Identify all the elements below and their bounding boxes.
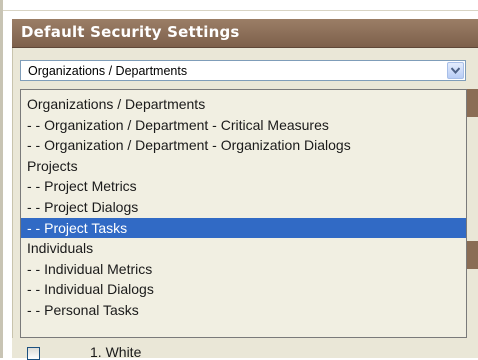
chevron-down-icon [451,67,460,74]
option-project-metrics[interactable]: - - Project Metrics [21,176,466,197]
hidden-list-row [12,338,478,358]
list-item-checkbox[interactable] [27,347,40,360]
hidden-section-header [467,89,478,117]
option-organizations-departments[interactable]: Organizations / Departments [21,94,466,115]
option-projects[interactable]: Projects [21,156,466,177]
option-org-critical-measures[interactable]: - - Organization / Department - Critical… [21,115,466,136]
page-top-rule [0,0,478,11]
option-org-organization-dialogs[interactable]: - - Organization / Department - Organiza… [21,135,466,156]
option-personal-tasks[interactable]: - - Personal Tasks [21,300,466,321]
option-project-dialogs[interactable]: - - Project Dialogs [21,197,466,218]
category-select-value: Organizations / Departments [28,64,188,78]
panel-title: Default Security Settings [21,23,240,41]
option-project-tasks[interactable]: - - Project Tasks [21,217,466,239]
option-individual-metrics[interactable]: - - Individual Metrics [21,259,466,280]
option-individual-dialogs[interactable]: - - Individual Dialogs [21,279,466,300]
select-arrow-button[interactable] [447,62,464,79]
option-individuals[interactable]: Individuals [21,238,466,259]
category-select[interactable]: Organizations / Departments [20,60,466,81]
page-left-border [0,0,3,358]
category-dropdown-list: Organizations / Departments - - Organiza… [20,89,467,338]
hidden-section-header [467,241,478,269]
